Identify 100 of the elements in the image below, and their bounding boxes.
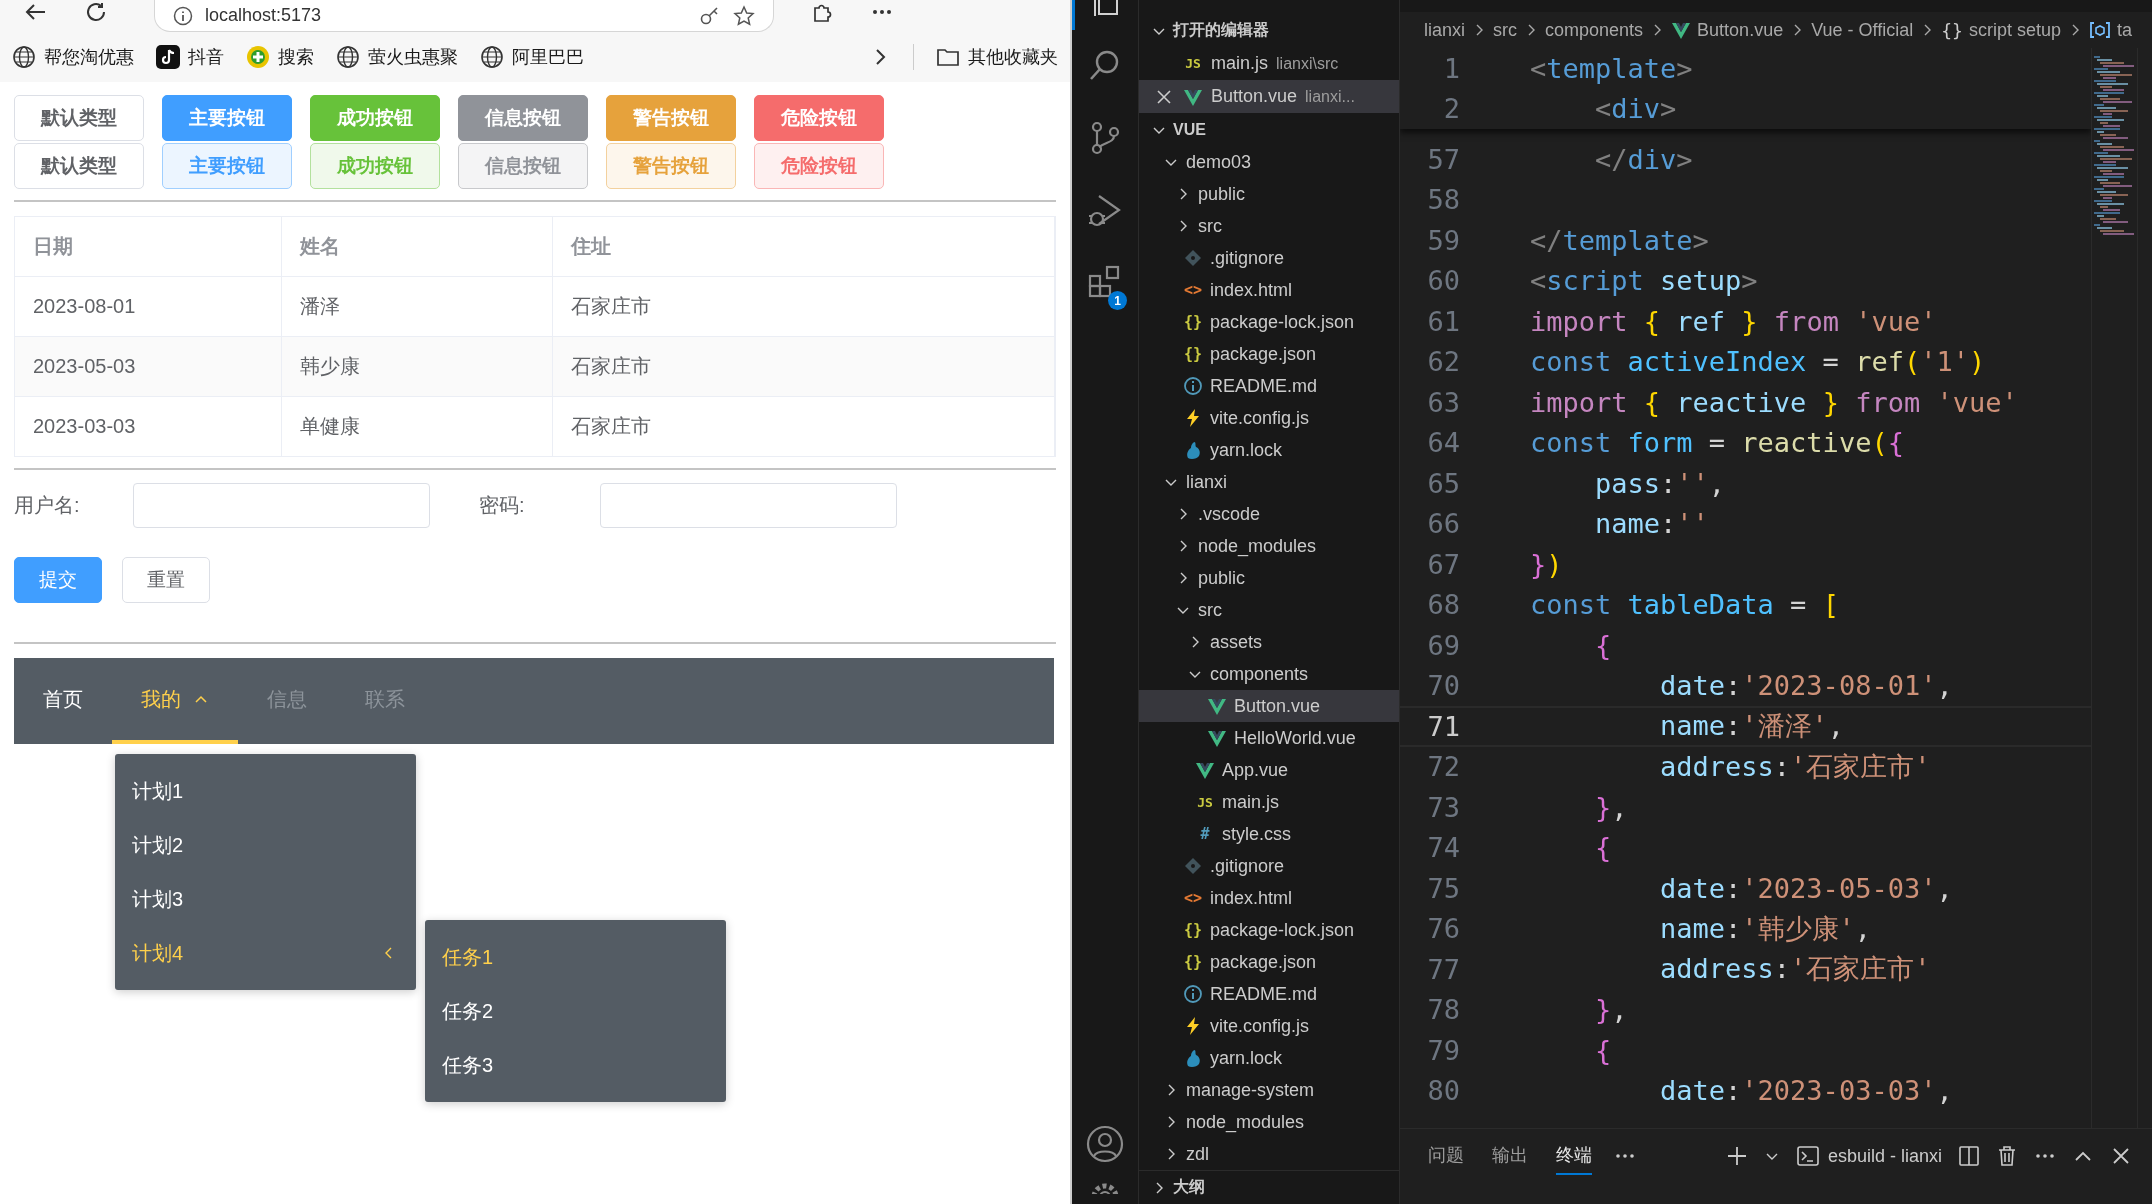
code-line: address:'石家庄市' [1659,749,1931,784]
bookmark[interactable]: 抖音 [156,45,224,69]
open-editor-item[interactable]: JS main.js lianxi\src [1139,47,1399,80]
terminal-selector[interactable]: esbuild - lianxi [1795,1145,1942,1167]
trash-icon[interactable] [1996,1145,2018,1167]
text-field[interactable] [600,483,897,528]
file-item[interactable]: yarn.lock [1139,434,1399,466]
file-item[interactable]: .gitignore [1139,850,1399,882]
folder-item[interactable]: zdl [1139,1138,1399,1170]
info-icon [1183,984,1203,1004]
folder-item[interactable]: .vscode [1139,498,1399,530]
folder-item[interactable]: demo03 [1139,146,1399,178]
panel-tab[interactable]: 终端 [1556,1137,1592,1175]
address-field[interactable]: localhost:5173 [154,0,774,32]
bookmark-folder[interactable]: 其他收藏夹 [936,45,1058,69]
line-number: 80 [1426,1075,1460,1107]
line-number: 67 [1426,548,1460,580]
menu-item[interactable]: 我的 [112,658,238,744]
file-item[interactable]: README.md [1139,370,1399,402]
line-number: 60 [1426,265,1460,297]
file-item[interactable]: Button.vue [1139,690,1399,722]
breadcrumb[interactable]: lianxi [1424,19,1466,41]
bookmark[interactable]: 搜索 [246,45,314,69]
code-line: <script setup> [1530,265,1758,297]
split-icon[interactable] [1958,1145,1980,1167]
file-type-label: JS [1196,794,1214,810]
breadcrumb[interactable]: Vue - Official [1811,19,1914,41]
folder-item[interactable]: node_modules [1139,530,1399,562]
breadcrumb[interactable]: src [1493,19,1518,41]
code-line: }, [1594,791,1628,823]
dropdown-item[interactable]: 计划4 [115,926,416,980]
code-line: </div> [1594,143,1693,175]
plus-icon[interactable] [1725,1145,1748,1167]
table-cell: 2023-05-03 [15,337,282,396]
code-line: name:'韩少康', [1659,911,1872,946]
file-item[interactable]: vite.config.js [1139,402,1399,434]
dropdown-item[interactable]: 任务2 [425,984,726,1038]
file-item[interactable]: yarn.lock [1139,1042,1399,1074]
code-line: import { reactive } from 'vue' [1530,386,2018,418]
panel-tab[interactable]: 问题 [1428,1137,1464,1175]
folder-item[interactable]: manage-system [1139,1074,1399,1106]
folder-item[interactable]: public [1139,562,1399,594]
file-item[interactable]: {} package-lock.json [1139,306,1399,338]
line-number: 74 [1426,832,1460,864]
star-icon[interactable] [733,4,755,27]
dropdown-item[interactable]: 计划2 [115,818,416,872]
dropdown-item[interactable]: 任务1 [425,930,726,984]
diamond-icon [1183,248,1203,268]
file-item[interactable]: README.md [1139,978,1399,1010]
open-editor-item[interactable]: Button.vue lianxi... [1139,80,1399,113]
style-button[interactable]: 默认类型 [14,143,144,189]
line-number: 2 [1442,93,1460,125]
breadcrumb[interactable]: Button.vue [1671,19,1784,41]
text-field[interactable] [133,483,430,528]
account-icon[interactable] [1086,1125,1124,1163]
code-line: name:'潘泽', [1659,709,1845,744]
variable-icon [2088,20,2111,40]
section-header[interactable]: 打开的编辑器 [1139,14,1399,47]
file-item[interactable]: {} package.json [1139,946,1399,978]
menu-item[interactable]: 首页 [14,658,112,744]
bookmark[interactable]: 萤火虫惠聚 [336,45,458,69]
refresh-icon[interactable] [84,0,108,24]
bookmark[interactable]: 帮您淘优惠 [12,45,134,69]
file-item[interactable]: <> index.html [1139,274,1399,306]
file-item[interactable]: {} package-lock.json [1139,914,1399,946]
section-header[interactable]: VUE [1139,113,1399,146]
bookmark[interactable]: 阿里巴巴 [480,45,584,69]
folder-item[interactable]: node_modules [1139,1106,1399,1138]
line-number: 57 [1426,143,1460,175]
music-note-icon [156,45,180,69]
file-item[interactable]: JS main.js [1139,786,1399,818]
field-label: 密码: [479,493,526,518]
file-item[interactable]: <> index.html [1139,882,1399,914]
file-item[interactable]: App.vue [1139,754,1399,786]
folder-item[interactable]: assets [1139,626,1399,658]
file-item[interactable]: .gitignore [1139,242,1399,274]
file-item[interactable]: {} package.json [1139,338,1399,370]
line-number: 62 [1426,346,1460,378]
section-header[interactable]: 大纲 [1139,1170,1399,1204]
file-item[interactable]: # style.css [1139,818,1399,850]
plus-ball-icon [246,45,270,69]
folder-item[interactable]: lianxi [1139,466,1399,498]
dropdown-item[interactable]: 任务3 [425,1038,726,1092]
folder-item[interactable]: src [1139,210,1399,242]
folder-item[interactable]: src [1139,594,1399,626]
line-number: 63 [1426,386,1460,418]
panel-tab[interactable]: 输出 [1492,1137,1528,1175]
file-item[interactable]: vite.config.js [1139,1010,1399,1042]
file-item[interactable]: HelloWorld.vue [1139,722,1399,754]
key-icon[interactable] [699,4,721,27]
breadcrumb[interactable]: components [1545,19,1644,41]
dropdown-item[interactable]: 计划1 [115,764,416,818]
reset-button[interactable]: 重置 [122,557,210,603]
folder-item[interactable]: public [1139,178,1399,210]
folder-item[interactable]: components [1139,658,1399,690]
run-debug-icon[interactable] [1087,192,1123,228]
breadcrumb[interactable]: {} script setup [1941,19,2061,41]
breadcrumb[interactable]: ta [2088,19,2132,41]
style-button[interactable]: 默认类型 [14,95,144,141]
dropdown-item[interactable]: 计划3 [115,872,416,926]
